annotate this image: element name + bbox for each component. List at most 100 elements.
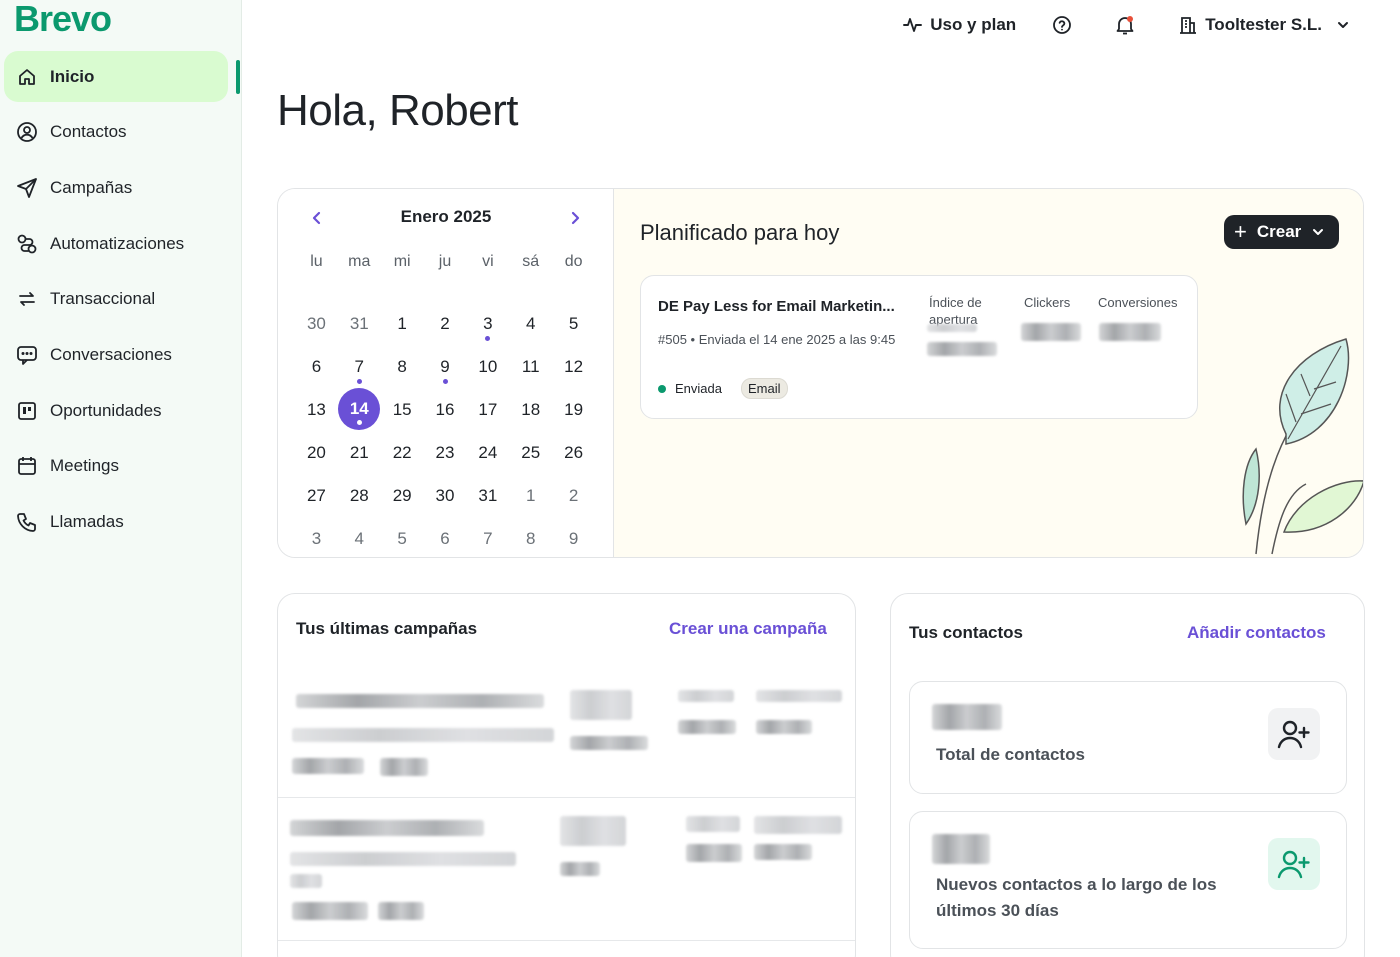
calendar-day[interactable]: 22 <box>381 431 424 474</box>
notifications-button[interactable] <box>1115 15 1142 35</box>
add-contact-button[interactable] <box>1268 708 1320 760</box>
calendar-day[interactable]: 25 <box>509 431 552 474</box>
calendar-day[interactable]: 26 <box>552 431 595 474</box>
sidebar: Brevo Inicio Contactos Campañas Automati… <box>0 0 242 957</box>
calendar-day-number: 30 <box>306 313 326 333</box>
calendar-day[interactable]: 5 <box>381 517 424 557</box>
calendar-day[interactable]: 3 <box>295 517 338 557</box>
calendar-day[interactable]: 9 <box>424 345 467 388</box>
calendar-day[interactable]: 8 <box>509 517 552 557</box>
calendar-week: 30 31 1 2 3 4 5 <box>295 302 595 345</box>
blurred-value <box>290 852 516 866</box>
chevron-down-icon <box>1313 229 1324 235</box>
plant-illustration <box>1242 338 1363 555</box>
sidebar-item-contactos[interactable]: Contactos <box>4 107 240 158</box>
automation-icon <box>16 233 38 255</box>
calendar-day-number: 11 <box>521 356 540 376</box>
calendar-day[interactable]: 7 <box>338 345 381 388</box>
usage-plan-button[interactable]: Uso y plan <box>903 15 1016 35</box>
calendar-day[interactable]: 19 <box>552 388 595 431</box>
calendar-day[interactable]: 2 <box>424 302 467 345</box>
sidebar-item-label: Meetings <box>50 456 119 476</box>
phone-icon <box>16 511 38 533</box>
contacts-title: Tus contactos <box>909 623 1023 642</box>
sidebar-item-meetings[interactable]: Meetings <box>4 441 240 492</box>
calendar-day[interactable]: 17 <box>466 388 509 431</box>
calendar-day[interactable]: 20 <box>295 431 338 474</box>
calendar-day[interactable]: 13 <box>295 388 338 431</box>
calendar-day[interactable]: 9 <box>552 517 595 557</box>
arrows-icon <box>16 288 38 310</box>
blurred-value <box>686 844 742 862</box>
calendar-day[interactable]: 3 <box>466 302 509 345</box>
calendar-day[interactable]: 30 <box>424 474 467 517</box>
calendar-week: 6 7 8 9 10 11 12 <box>295 345 595 388</box>
company-menu[interactable]: Tooltester S.L. <box>1178 15 1350 35</box>
calendar-day[interactable]: 4 <box>338 517 381 557</box>
calendar-day[interactable]: 29 <box>381 474 424 517</box>
blurred-value <box>560 862 600 876</box>
calendar-day-number: 2 <box>568 485 579 505</box>
scheduled-campaign-card[interactable]: DE Pay Less for Email Marketin... #505 •… <box>640 275 1198 419</box>
event-dot <box>485 336 491 341</box>
weekday-label: vi <box>482 253 494 270</box>
calendar-day[interactable]: 31 <box>338 302 381 345</box>
calendar-day[interactable]: 21 <box>338 431 381 474</box>
calendar-day[interactable]: 11 <box>509 345 552 388</box>
channel-tag: Email <box>740 378 788 399</box>
calendar-day[interactable]: 10 <box>466 345 509 388</box>
calendar-day[interactable]: 24 <box>466 431 509 474</box>
calendar-day[interactable]: 6 <box>295 345 338 388</box>
blurred-value <box>292 728 554 742</box>
event-dot <box>356 379 362 384</box>
sidebar-item-llamadas[interactable]: Llamadas <box>4 497 240 548</box>
add-contacts-link[interactable]: Añadir contactos <box>1187 623 1326 643</box>
sidebar-item-conversaciones[interactable]: Conversaciones <box>4 329 240 380</box>
calendar-day[interactable]: 23 <box>424 431 467 474</box>
create-campaign-link[interactable]: Crear una campaña <box>669 619 827 639</box>
calendar-day[interactable]: 1 <box>381 302 424 345</box>
blurred-value <box>932 704 1002 730</box>
activity-icon <box>903 18 923 32</box>
calendar-day[interactable]: 4 <box>509 302 552 345</box>
brevo-logo[interactable]: Brevo <box>14 0 112 38</box>
calendar-day[interactable]: 1 <box>509 474 552 517</box>
sidebar-item-automatizaciones[interactable]: Automatizaciones <box>4 218 240 269</box>
calendar-day[interactable]: 31 <box>466 474 509 517</box>
blurred-value <box>686 816 740 832</box>
create-button[interactable]: + Crear <box>1224 215 1339 249</box>
sidebar-item-campanas[interactable]: Campañas <box>4 162 240 213</box>
sidebar-nav: Inicio Contactos Campañas Automatizacion… <box>4 51 240 552</box>
calendar-day-number: 1 <box>525 485 536 505</box>
calendar-day[interactable]: 2 <box>552 474 595 517</box>
calendar-day[interactable]: 18 <box>509 388 552 431</box>
calendar-day[interactable]: 7 <box>466 517 509 557</box>
sidebar-item-oportunidades[interactable]: Oportunidades <box>4 385 240 436</box>
help-button[interactable] <box>1052 15 1079 35</box>
calendar-day[interactable]: 15 <box>381 388 424 431</box>
calendar-week: 27 28 29 30 31 1 2 <box>295 474 595 517</box>
calendar-day[interactable]: 30 <box>295 302 338 345</box>
campaign-name[interactable]: DE Pay Less for Email Marketin... <box>658 298 898 315</box>
calendar-day[interactable]: 12 <box>552 345 595 388</box>
calendar-icon <box>16 455 38 477</box>
blurred-value <box>756 690 842 702</box>
calendar-day[interactable]: 6 <box>424 517 467 557</box>
calendar-day[interactable]: 16 <box>424 388 467 431</box>
sidebar-item-transaccional[interactable]: Transaccional <box>4 274 240 325</box>
calendar-day[interactable]: 5 <box>552 302 595 345</box>
sidebar-item-inicio[interactable]: Inicio <box>4 51 228 102</box>
event-dot <box>442 379 448 384</box>
add-contact-button[interactable] <box>1268 838 1320 890</box>
calendar-day[interactable]: 28 <box>338 474 381 517</box>
chevron-right-icon[interactable] <box>566 209 584 227</box>
calendar-month: Enero 2025 <box>400 207 492 226</box>
new-contacts-label: Nuevos contactos a lo largo de los últim… <box>936 875 1217 920</box>
metric-open-rate-label: Índice de apertura <box>929 295 982 327</box>
blurred-value <box>927 324 977 332</box>
calendar-day-selected[interactable]: 14 <box>338 388 381 430</box>
calendar-day-number: 8 <box>397 356 407 376</box>
calendar-day-number: 10 <box>478 356 498 376</box>
calendar-day[interactable]: 27 <box>295 474 338 517</box>
calendar-day[interactable]: 8 <box>381 345 424 388</box>
